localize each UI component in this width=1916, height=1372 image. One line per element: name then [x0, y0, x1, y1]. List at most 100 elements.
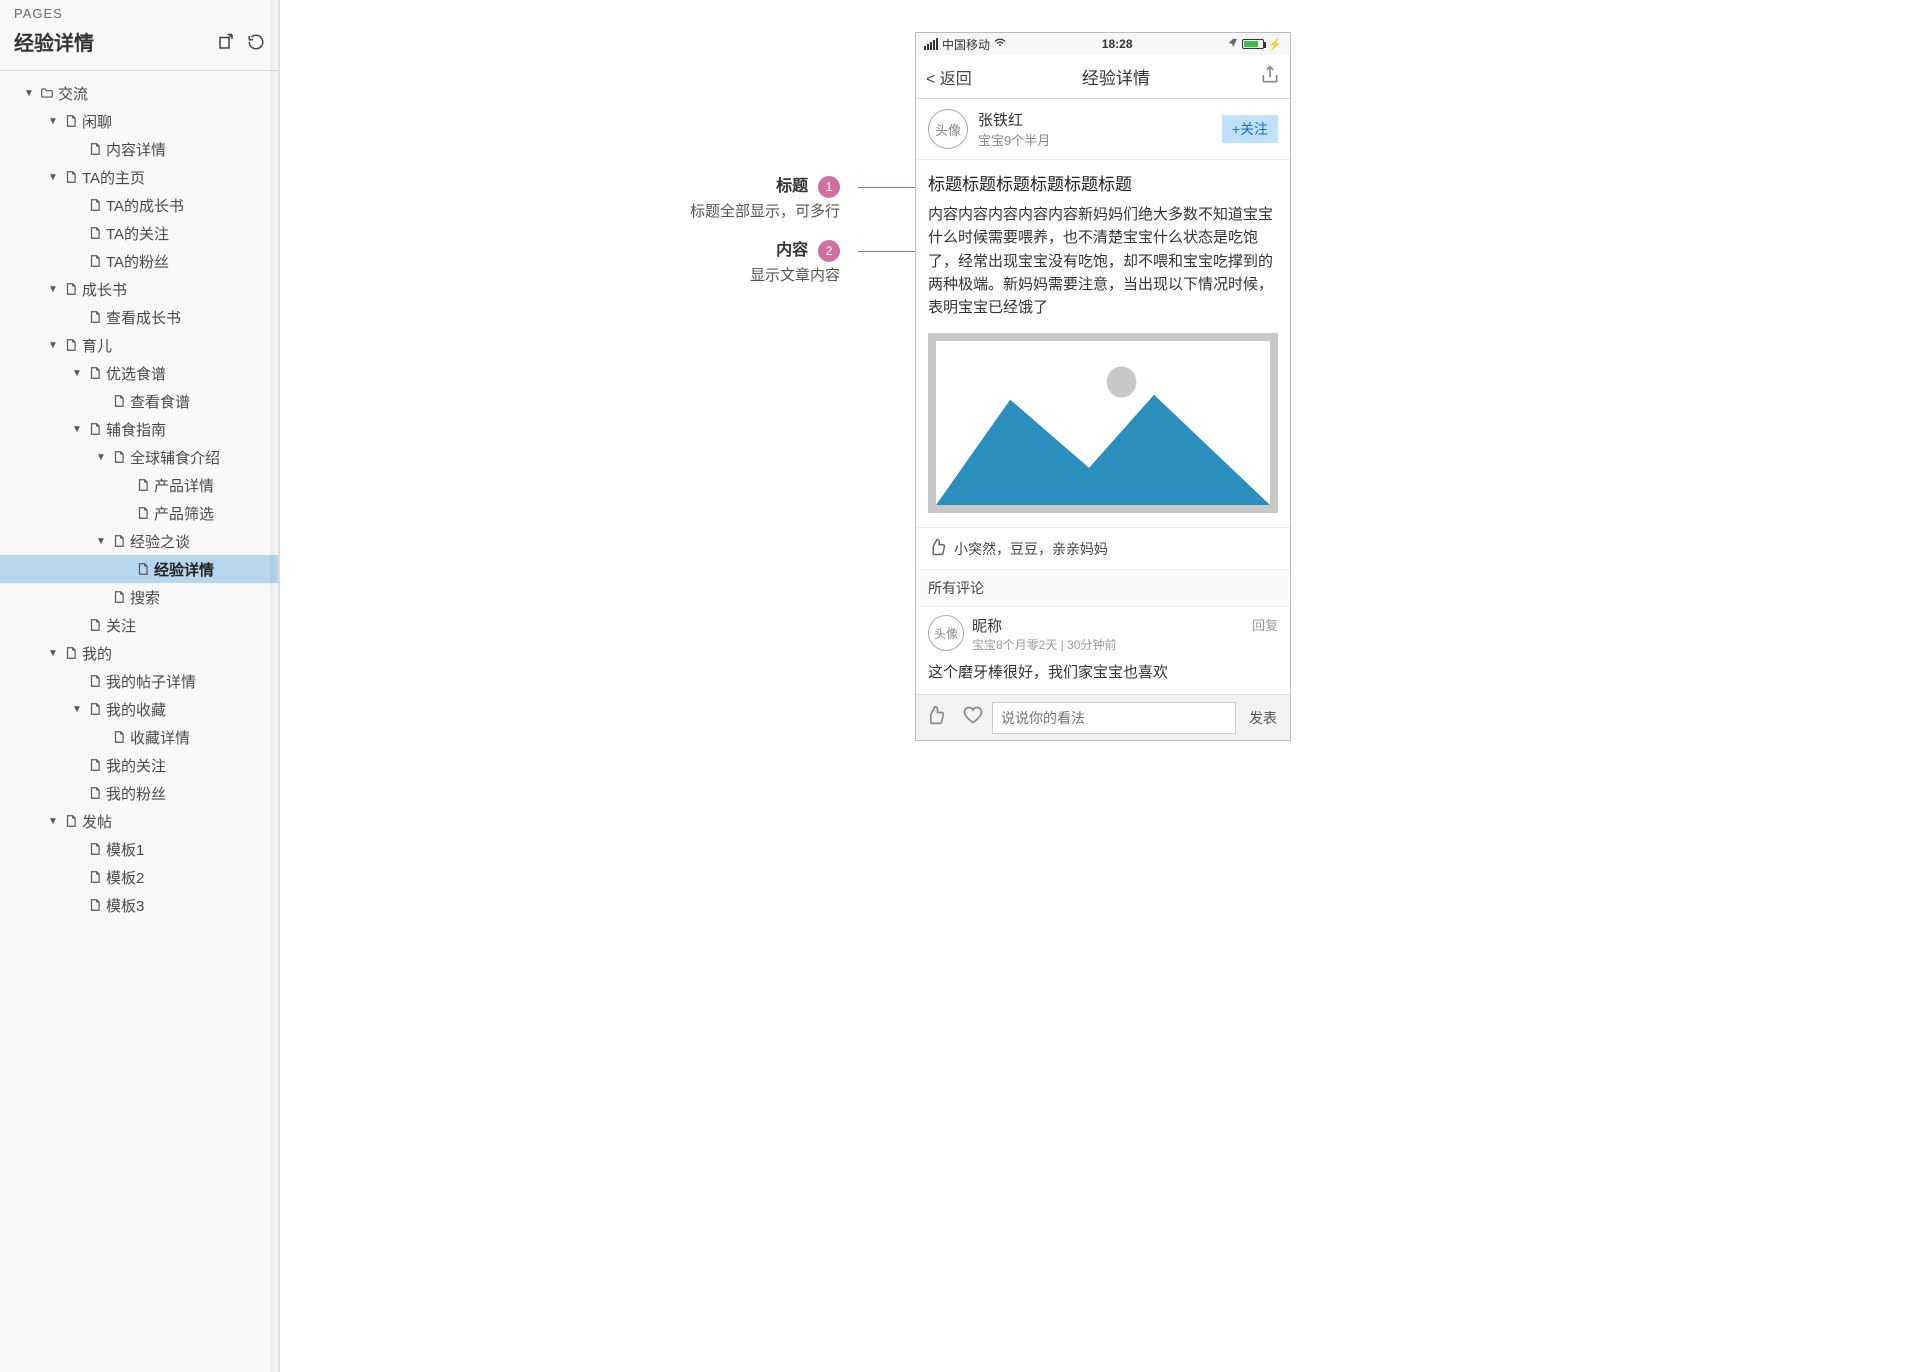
tree-row-7[interactable]: ▼成长书: [0, 275, 278, 303]
tree-row-8[interactable]: 查看成长书: [0, 303, 278, 331]
tree-label: TA的主页: [80, 167, 145, 188]
likes-row[interactable]: 小突然，豆豆，亲亲妈妈: [916, 527, 1290, 569]
tree-label: 经验详情: [152, 559, 214, 580]
caret-icon[interactable]: ▼: [68, 368, 86, 379]
tree-label: 收藏详情: [128, 727, 190, 748]
page-icon: [86, 870, 104, 884]
tree-row-28[interactable]: 模板2: [0, 863, 278, 891]
caret-icon[interactable]: ▼: [44, 284, 62, 295]
tree-row-14[interactable]: 产品详情: [0, 471, 278, 499]
carrier-label: 中国移动: [942, 36, 990, 53]
caret-icon[interactable]: ▼: [20, 88, 38, 99]
tree-row-9[interactable]: ▼育儿: [0, 331, 278, 359]
caret-icon[interactable]: ▼: [44, 816, 62, 827]
thumbs-up-icon[interactable]: [928, 538, 946, 559]
tree-label: 内容详情: [104, 139, 166, 160]
comment-avatar[interactable]: 头像: [928, 615, 964, 651]
caret-icon[interactable]: ▼: [68, 704, 86, 715]
author-row: 头像 张铁红 宝宝9个半月 +关注: [916, 99, 1290, 160]
tree-row-6[interactable]: TA的粉丝: [0, 247, 278, 275]
author-name[interactable]: 张铁红: [978, 109, 1222, 130]
article-image-placeholder: [928, 333, 1278, 513]
post-button[interactable]: 发表: [1236, 708, 1290, 728]
tree-row-19[interactable]: 关注: [0, 611, 278, 639]
tree-label: 全球辅食介绍: [128, 447, 220, 468]
tree-label: 闲聊: [80, 111, 112, 132]
tree-row-4[interactable]: TA的成长书: [0, 191, 278, 219]
tree-row-16[interactable]: ▼经验之谈: [0, 527, 278, 555]
tree-row-11[interactable]: 查看食谱: [0, 387, 278, 415]
like-action-icon[interactable]: [916, 705, 954, 730]
tree-row-5[interactable]: TA的关注: [0, 219, 278, 247]
comment-name[interactable]: 昵称: [972, 615, 1252, 636]
page-icon: [62, 646, 80, 660]
comments-header: 所有评论: [916, 569, 1290, 606]
tree-label: 关注: [104, 615, 136, 636]
annotation-1-sub: 标题全部显示，可多行: [530, 200, 840, 221]
page-icon: [86, 142, 104, 156]
caret-icon[interactable]: ▼: [44, 648, 62, 659]
annotation-2-badge: 2: [818, 240, 840, 262]
tree-label: TA的粉丝: [104, 251, 169, 272]
tree-row-0[interactable]: ▼交流: [0, 79, 278, 107]
page-icon: [110, 534, 128, 548]
tree-row-10[interactable]: ▼优选食谱: [0, 359, 278, 387]
page-icon: [86, 366, 104, 380]
caret-icon[interactable]: ▼: [44, 116, 62, 127]
tree-row-12[interactable]: ▼ 辅食指南: [0, 415, 278, 443]
caret-icon[interactable]: ▼: [44, 172, 62, 183]
reply-button[interactable]: 回复: [1252, 615, 1278, 634]
tree-row-15[interactable]: 产品筛选: [0, 499, 278, 527]
page-icon: [62, 170, 80, 184]
tree-row-24[interactable]: 我的关注: [0, 751, 278, 779]
caret-icon[interactable]: ▼: [68, 424, 86, 435]
annotation-1-badge: 1: [818, 176, 840, 198]
comment-input[interactable]: [992, 702, 1236, 734]
export-icon[interactable]: [214, 30, 238, 54]
tree-row-18[interactable]: 搜索: [0, 583, 278, 611]
favorite-action-icon[interactable]: [954, 705, 992, 730]
share-icon[interactable]: [1260, 65, 1280, 88]
tree-row-1[interactable]: ▼ 闲聊: [0, 107, 278, 135]
tree-row-22[interactable]: ▼ 我的收藏: [0, 695, 278, 723]
caret-icon[interactable]: ▼: [92, 452, 110, 463]
caret-icon[interactable]: ▼: [44, 340, 62, 351]
page-icon: [110, 730, 128, 744]
tree-row-26[interactable]: ▼发帖: [0, 807, 278, 835]
back-button[interactable]: < 返回: [926, 65, 972, 89]
article: 标题标题标题标题标题标题 内容内容内容内容内容新妈妈们绝大多数不知道宝宝什么时候…: [916, 160, 1290, 527]
tree-row-27[interactable]: 模板1: [0, 835, 278, 863]
tree-label: 我的收藏: [104, 699, 166, 720]
page-icon: [62, 814, 80, 828]
tree-row-2[interactable]: 内容详情: [0, 135, 278, 163]
page-icon: [86, 702, 104, 716]
tree-row-21[interactable]: 我的帖子详情: [0, 667, 278, 695]
tree-row-20[interactable]: ▼我的: [0, 639, 278, 667]
tree-label: 搜索: [128, 587, 160, 608]
page-icon: [86, 226, 104, 240]
tree-label: 辅食指南: [104, 419, 166, 440]
tree-row-3[interactable]: ▼ TA的主页: [0, 163, 278, 191]
author-sub: 宝宝9个半月: [978, 130, 1222, 149]
tree-row-29[interactable]: 模板3: [0, 891, 278, 919]
tree-row-17[interactable]: 经验详情: [0, 555, 278, 583]
location-icon: [1228, 38, 1238, 51]
follow-button[interactable]: +关注: [1222, 115, 1278, 143]
page-icon: [86, 422, 104, 436]
tree-row-13[interactable]: ▼ 全球辅食介绍: [0, 443, 278, 471]
phone-mockup: 中国移动 18:28 ⚡ < 返回 经验详情: [915, 32, 1291, 741]
wifi-icon: [994, 38, 1006, 51]
caret-icon[interactable]: ▼: [92, 536, 110, 547]
sidebar: PAGES 经验详情 ▼交流▼闲聊内容详情▼TA的主页TA的成长书TA的关注TA…: [0, 0, 280, 1372]
tree-row-25[interactable]: 我的粉丝: [0, 779, 278, 807]
tree-label: 查看食谱: [128, 391, 190, 412]
refresh-icon[interactable]: [244, 30, 268, 54]
tree-label: 模板2: [104, 867, 144, 888]
author-avatar[interactable]: 头像: [928, 109, 968, 149]
tree-label: 模板3: [104, 895, 144, 916]
page-icon: [62, 282, 80, 296]
page-icon: [134, 506, 152, 520]
page-tree[interactable]: ▼交流▼闲聊内容详情▼TA的主页TA的成长书TA的关注TA的粉丝▼成长书查看成长…: [0, 71, 278, 1372]
tree-row-23[interactable]: 收藏详情: [0, 723, 278, 751]
likes-text: 小突然，豆豆，亲亲妈妈: [954, 539, 1108, 559]
